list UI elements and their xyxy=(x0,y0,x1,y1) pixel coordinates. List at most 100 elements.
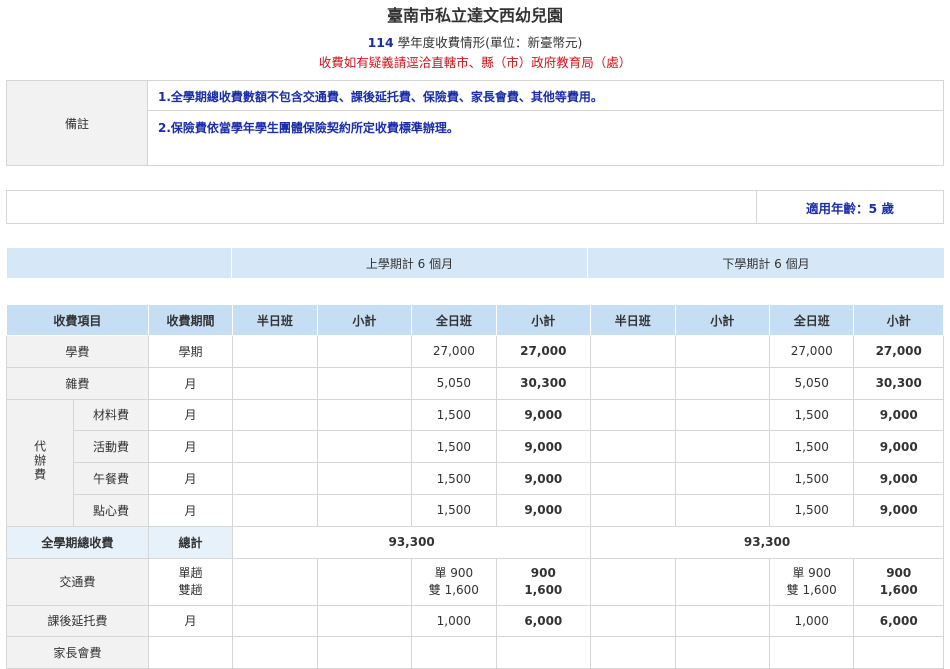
row-period: 月 xyxy=(147,462,234,495)
cell-empty xyxy=(232,604,318,638)
cell-empty xyxy=(674,636,770,669)
cell-empty xyxy=(316,493,413,527)
s1-full-value: 27,000 xyxy=(411,335,497,368)
s2-subtotal: 27,000 xyxy=(853,335,944,368)
applicable-age: 適用年齡：5 歲 xyxy=(756,190,944,224)
cell-empty xyxy=(232,493,318,527)
row-tuition: 學費 學期 27,000 27,000 27,000 27,000 xyxy=(6,335,944,368)
row-lunch: 午餐費 月 1,500 9,000 1,500 9,000 xyxy=(7,462,944,495)
s2-full-value: 單 900 雙 1,600 xyxy=(768,557,855,606)
s1-subtotal: 9,000 xyxy=(495,398,592,432)
s2-subtotal: 30,300 xyxy=(853,366,944,400)
cell-empty xyxy=(316,398,413,432)
cell-empty xyxy=(590,604,676,638)
row-label: 學費 xyxy=(6,335,149,368)
col-s1-half: 半日班 xyxy=(232,304,318,336)
s1-subtotal: 9,000 xyxy=(495,462,592,495)
remarks-label: 備註 xyxy=(6,80,148,166)
s2-full-value: 1,000 xyxy=(768,604,855,638)
col-item: 收費項目 xyxy=(6,304,149,336)
cell-empty xyxy=(768,636,855,669)
row-period: 月 xyxy=(147,430,234,464)
s1-full-value: 1,500 xyxy=(411,398,497,432)
remark-note-2: 2.保險費依當學年學生團體保險契約所定收費標準辦理。 xyxy=(147,110,944,166)
row-snack: 點心費 月 1,500 9,000 1,500 9,000 xyxy=(7,493,944,527)
row-label: 全學期總收費 xyxy=(6,525,149,559)
row-parents: 家長會費 xyxy=(6,636,944,669)
row-label: 活動費 xyxy=(73,430,149,464)
page-title: 臺南市私立達文西幼兒園 xyxy=(386,6,563,25)
row-period: 單趟 雙趟 xyxy=(147,557,234,606)
row-materials: 代辦費 材料費 月 1,500 9,000 1,500 9,000 xyxy=(5,398,944,527)
s2-full-value: 1,500 xyxy=(768,398,855,432)
s1-full-value: 1,500 xyxy=(411,430,497,464)
subtitle-text: 學年度收費情形(單位：新臺幣元) xyxy=(393,35,583,50)
col-period: 收費期間 xyxy=(147,304,234,336)
semester-first: 上學期計 6 個月 xyxy=(231,247,588,279)
s2-full-value: 1,500 xyxy=(768,430,855,464)
cell-empty xyxy=(590,462,676,495)
row-label: 雜費 xyxy=(6,366,149,400)
semester-blank xyxy=(6,247,232,279)
cell-empty xyxy=(232,335,318,368)
cell-empty xyxy=(232,430,318,464)
page-subtitle: 114 學年度收費情形(單位：新臺幣元) xyxy=(0,32,950,51)
remark-note-1: 1.全學期總收費數額不包含交通費、課後延托費、保險費、家長會費、其他等費用。 xyxy=(147,80,944,111)
s2-subtotal: 9,000 xyxy=(853,398,944,432)
cell-empty xyxy=(232,462,318,495)
s1-subtotal: 27,000 xyxy=(495,335,592,368)
col-s1-half-sub: 小計 xyxy=(316,304,413,336)
s2-subtotal: 9,000 xyxy=(853,493,944,527)
cell-empty xyxy=(316,462,413,495)
s2-full-value: 1,500 xyxy=(768,462,855,495)
agency-fee-group: 代辦費 xyxy=(5,398,75,527)
row-period: 月 xyxy=(147,493,234,527)
s2-full-round: 雙 1,600 xyxy=(786,582,837,597)
row-period: 月 xyxy=(147,366,234,400)
s2-subtotal: 9,000 xyxy=(853,462,944,495)
cell-empty xyxy=(495,636,592,669)
col-s2-full: 全日班 xyxy=(768,304,855,336)
row-label: 交通費 xyxy=(6,557,149,606)
age-table: 適用年齡：5 歲 xyxy=(6,190,944,224)
cell-empty xyxy=(590,430,676,464)
cell-empty xyxy=(316,430,413,464)
col-s1-full-sub: 小計 xyxy=(495,304,592,336)
cell-empty xyxy=(674,462,770,495)
row-label: 家長會費 xyxy=(6,636,149,669)
period-single: 單趟 xyxy=(178,565,203,580)
agency-fee-label: 代辦費 xyxy=(32,440,47,483)
inquiry-notice: 收費如有疑義請逕洽直轄市、縣（市）政府教育局（處） xyxy=(318,55,632,70)
cell-empty xyxy=(590,493,676,527)
row-period: 總計 xyxy=(147,525,234,559)
s1-sub-single: 900 xyxy=(530,565,556,580)
cell-empty xyxy=(674,430,770,464)
col-s1-full: 全日班 xyxy=(411,304,497,336)
s2-subtotal: 900 1,600 xyxy=(853,557,944,606)
s2-full-value: 27,000 xyxy=(768,335,855,368)
cell-empty xyxy=(232,366,318,400)
cell-empty xyxy=(674,493,770,527)
fee-table: 收費項目 收費期間 半日班 小計 全日班 小計 半日班 小計 全日班 小計 學費… xyxy=(5,304,944,669)
col-s2-half-sub: 小計 xyxy=(674,304,770,336)
s2-full-single: 單 900 xyxy=(792,565,832,580)
s2-subtotal: 6,000 xyxy=(853,604,944,638)
semester-header: 上學期計 6 個月 下學期計 6 個月 xyxy=(6,247,945,279)
s1-subtotal: 6,000 xyxy=(495,604,592,638)
s2-sub-round: 1,600 xyxy=(879,582,918,597)
s2-full-value: 5,050 xyxy=(768,366,855,400)
row-activity: 活動費 月 1,500 9,000 1,500 9,000 xyxy=(7,430,944,464)
s1-full-value: 1,500 xyxy=(411,462,497,495)
s1-subtotal: 30,300 xyxy=(495,366,592,400)
cell-empty xyxy=(674,557,770,606)
s1-full-single: 單 900 xyxy=(434,565,474,580)
s1-full-value: 1,000 xyxy=(411,604,497,638)
fee-header-row: 收費項目 收費期間 半日班 小計 全日班 小計 半日班 小計 全日班 小計 xyxy=(6,304,944,336)
s1-full-value: 5,050 xyxy=(411,366,497,400)
cell-empty xyxy=(674,366,770,400)
row-transport: 交通費 單趟 雙趟 單 900 雙 1,600 900 1,600 單 900 雙 1,… xyxy=(6,557,944,606)
period-round: 雙趟 xyxy=(178,582,203,597)
row-period: 月 xyxy=(147,398,234,432)
cell-empty xyxy=(232,557,318,606)
col-s2-full-sub: 小計 xyxy=(853,304,944,336)
